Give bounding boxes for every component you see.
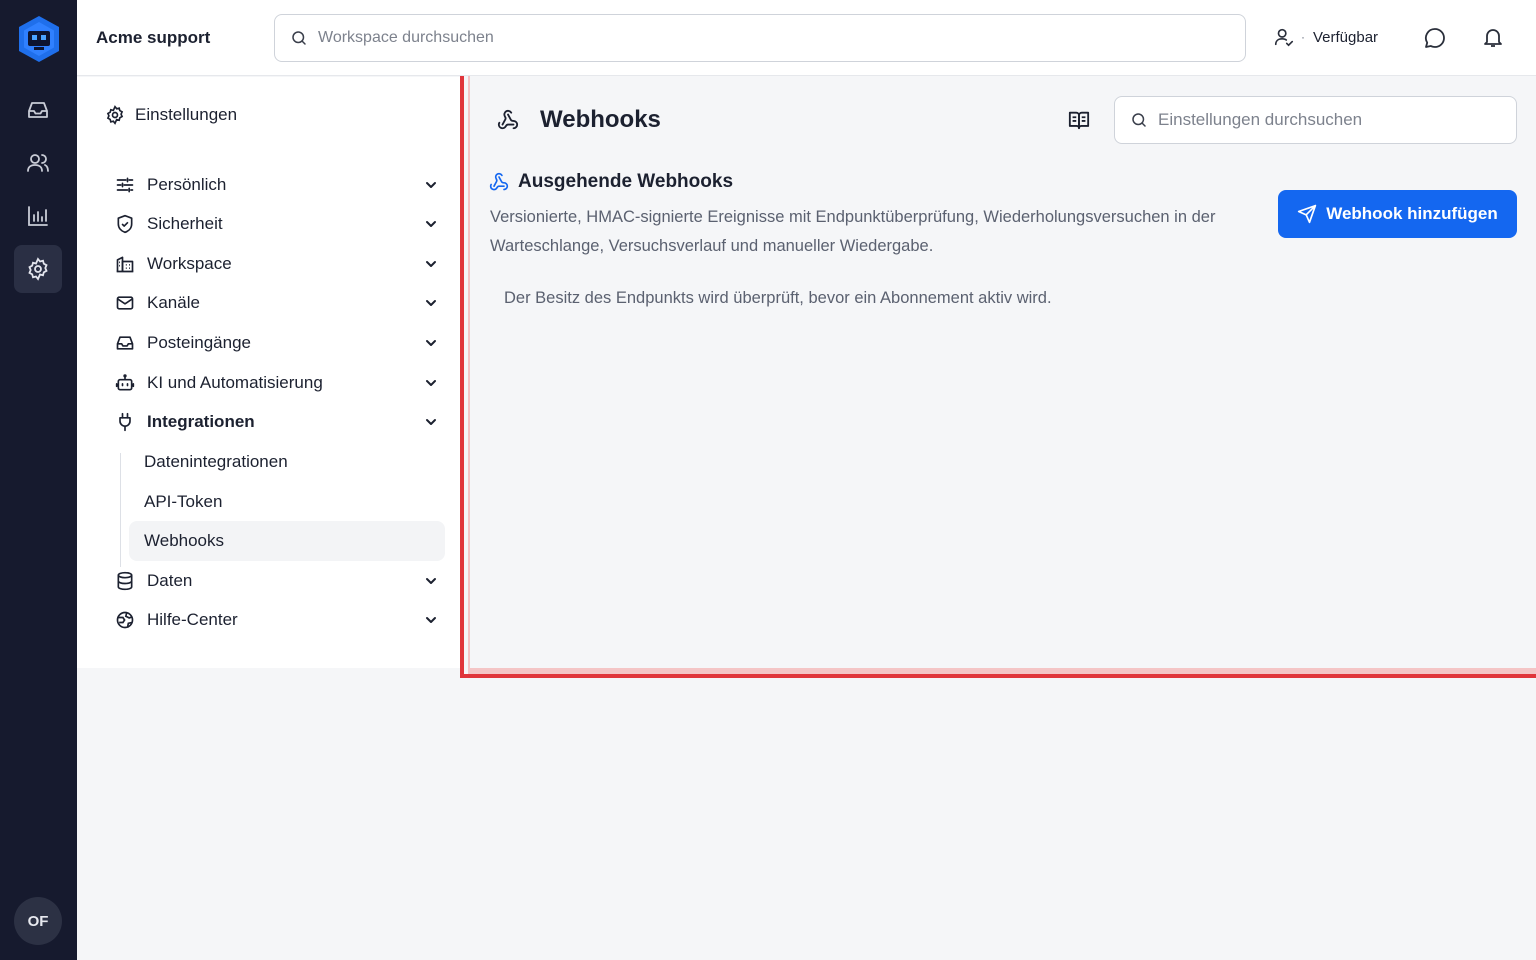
sidebar-item-label: Hilfe-Center	[147, 610, 238, 629]
docs-button[interactable]	[1068, 109, 1090, 131]
status-label: Verfügbar	[1313, 28, 1379, 46]
bot-icon	[115, 374, 135, 391]
section-header: Ausgehende Webhooks	[489, 171, 733, 193]
sidebar-item-label: KI und Automatisierung	[147, 373, 323, 392]
sidebar-item-label: Posteingänge	[147, 333, 251, 352]
sidebar-item-label: Workspace	[147, 254, 232, 273]
app-logo-icon[interactable]	[16, 14, 62, 64]
inbox-icon	[116, 336, 134, 350]
chat-bubble-icon	[1424, 28, 1445, 48]
main-content-highlight	[460, 76, 1536, 678]
rail-settings-button[interactable]	[14, 245, 62, 293]
page-title: Webhooks	[540, 106, 661, 133]
chevron-down-icon	[426, 182, 436, 188]
sidebar-item-personal[interactable]: Persönlich	[115, 167, 437, 203]
sidebar-item-channels[interactable]: Kanäle	[115, 285, 437, 321]
top-bar: Acme support · Verfügbar	[77, 0, 1536, 76]
sidebar-subitem-api-token[interactable]: API-Token	[129, 482, 445, 522]
send-icon	[1298, 204, 1317, 224]
page-header: Webhooks	[497, 106, 661, 134]
users-icon	[27, 154, 49, 172]
rail-contacts-button[interactable]	[14, 139, 62, 187]
section-title: Ausgehende Webhooks	[518, 171, 734, 192]
search-icon	[292, 31, 306, 45]
chevron-down-icon	[426, 261, 436, 267]
chevron-down-icon	[426, 221, 436, 227]
notifications-button[interactable]	[1481, 25, 1505, 49]
gear-icon	[28, 257, 48, 281]
sidebar-subitem-data-integrations[interactable]: Datenintegrationen	[129, 442, 445, 482]
settings-header-label: Einstellungen	[135, 105, 238, 124]
add-webhook-label: Webhook hinzufügen	[1326, 204, 1498, 223]
status-separator: ·	[1301, 30, 1305, 44]
webhook-icon	[489, 172, 509, 191]
workspace-title: Acme support	[96, 28, 211, 47]
section-description: Versionierte, HMAC-signierte Ereignisse …	[490, 208, 1216, 255]
user-avatar[interactable]: OF	[14, 897, 62, 945]
workspace-search-input[interactable]	[318, 29, 1218, 47]
chevron-down-icon	[426, 340, 436, 346]
shield-icon	[117, 214, 133, 234]
sidebar-item-label: Daten	[147, 571, 193, 590]
webhook-icon	[497, 109, 519, 130]
rail-inbox-button[interactable]	[14, 86, 62, 134]
sidebar-item-security[interactable]: Sicherheit	[115, 206, 437, 242]
chevron-down-icon	[426, 617, 436, 623]
sidebar-subitem-webhooks[interactable]: Webhooks	[129, 521, 445, 561]
submenu-guide-line	[120, 453, 121, 567]
gear-icon	[106, 105, 124, 125]
database-icon	[117, 571, 133, 591]
chevron-down-icon	[426, 578, 436, 584]
settings-header: Einstellungen	[105, 105, 237, 125]
sidebar-item-label: Persönlich	[147, 175, 227, 194]
ownership-note: Der Besitz des Endpunkts wird überprüft,…	[504, 289, 1052, 307]
chevron-down-icon	[426, 419, 436, 425]
plug-icon	[119, 412, 131, 432]
inbox-icon	[28, 102, 48, 118]
sidebar-item-help-center[interactable]: Hilfe-Center	[115, 602, 437, 638]
app-rail: OF	[0, 0, 77, 960]
settings-search-input[interactable]	[1158, 110, 1498, 130]
availability-status[interactable]: · Verfügbar	[1273, 26, 1378, 48]
sidebar-item-label: Sicherheit	[147, 214, 223, 233]
sidebar-item-label: Kanäle	[147, 293, 200, 312]
building-icon	[116, 256, 134, 273]
mail-icon	[116, 296, 134, 310]
settings-search[interactable]	[1114, 96, 1517, 144]
chat-button[interactable]	[1423, 26, 1447, 50]
sidebar-item-inboxes[interactable]: Posteingänge	[115, 325, 437, 361]
rail-reports-button[interactable]	[14, 192, 62, 240]
sidebar-item-workspace[interactable]: Workspace	[115, 246, 437, 282]
search-icon	[1132, 113, 1146, 127]
sliders-icon	[116, 177, 134, 193]
book-open-icon	[1068, 111, 1090, 130]
workspace-search[interactable]	[274, 14, 1246, 62]
bell-icon	[1484, 29, 1502, 47]
user-check-icon	[1274, 28, 1294, 47]
add-webhook-button[interactable]: Webhook hinzufügen	[1278, 190, 1517, 238]
settings-sidebar: Einstellungen Persönlich Sicherheit Work…	[77, 77, 462, 668]
sidebar-item-integrations[interactable]: Integrationen	[115, 404, 437, 440]
chevron-down-icon	[426, 300, 436, 306]
sidebar-item-ai-automation[interactable]: KI und Automatisierung	[115, 365, 437, 401]
chevron-down-icon	[426, 380, 436, 386]
sidebar-item-data[interactable]: Daten	[115, 563, 437, 599]
sidebar-item-label: Integrationen	[147, 412, 255, 431]
globe-icon	[116, 611, 134, 629]
bar-chart-icon	[28, 206, 48, 226]
